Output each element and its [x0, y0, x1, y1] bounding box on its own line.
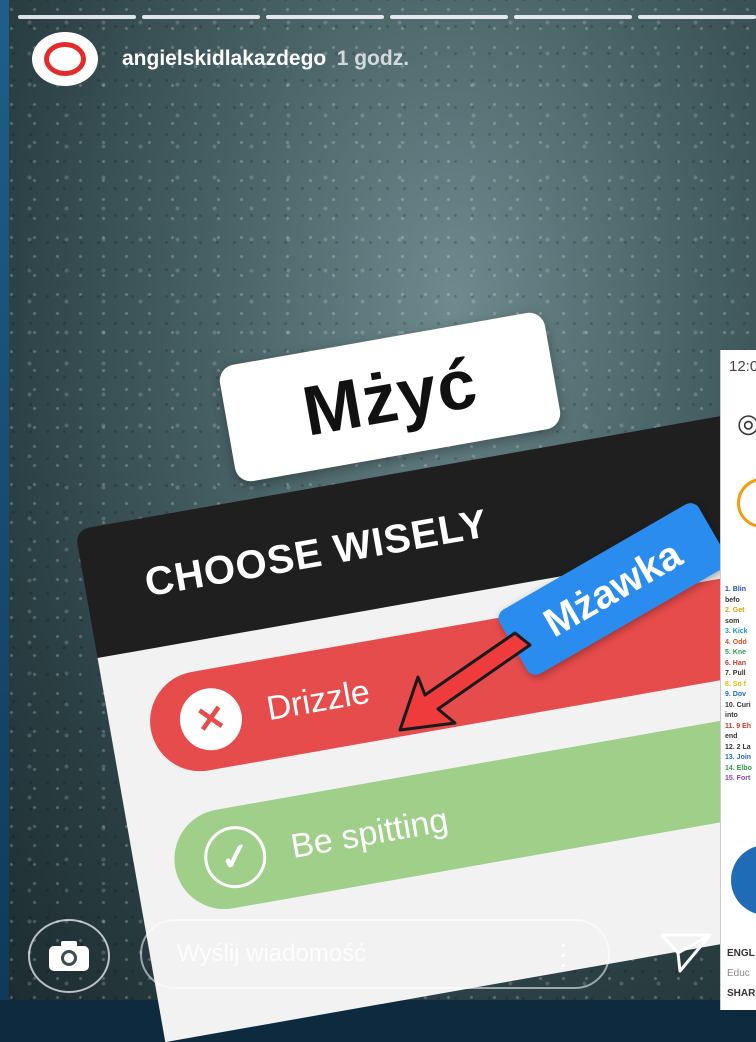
- more-options-icon[interactable]: · · ·: [559, 930, 568, 978]
- poll-question: CHOOSE WISELY: [141, 501, 491, 605]
- list-item: 13. Join: [725, 754, 752, 761]
- list-item: 10. Curi: [725, 701, 751, 709]
- list-item: into: [725, 712, 738, 719]
- check-icon: ✓: [199, 821, 272, 894]
- progress-segment: [514, 15, 632, 19]
- progress-segment: [142, 15, 260, 19]
- reply-bar: Wyślij wiadomość · · ·: [0, 915, 756, 1000]
- left-border: [0, 0, 9, 1000]
- avatar[interactable]: [32, 32, 98, 86]
- list-item: 9. Dov: [725, 691, 747, 698]
- list-item: 11. 9 Eh: [725, 722, 752, 730]
- list-item: 5. Kne: [725, 649, 747, 656]
- camera-icon: ◎: [737, 408, 756, 439]
- red-arrow-icon: [398, 631, 532, 732]
- list-item: 6. Han: [725, 659, 747, 667]
- progress-segment: [266, 15, 384, 19]
- story-progress: [18, 15, 756, 19]
- word-sticker-text: Mżyć: [296, 343, 484, 451]
- list-item: 14. Elbo: [725, 764, 752, 772]
- list-item: befo: [725, 596, 740, 604]
- poll-option-label: Drizzle: [263, 672, 373, 728]
- list-item: 2. Get: [725, 607, 745, 614]
- progress-segment: [390, 15, 508, 19]
- x-icon: ✕: [175, 683, 247, 756]
- message-placeholder: Wyślij wiadomość: [177, 940, 367, 967]
- speech-bubble-icon: [44, 42, 86, 76]
- overlay-time: 12:0: [729, 358, 756, 375]
- progress-segment: [18, 15, 136, 19]
- list-item: 8. So f: [725, 680, 747, 688]
- list-item: 1. Blin: [725, 586, 747, 593]
- overlay-logo: [731, 845, 756, 915]
- message-input[interactable]: Wyślij wiadomość · · ·: [140, 919, 610, 989]
- story-header: angielskidlakazdego 1 godz.: [32, 32, 409, 86]
- overlay-screenshot: 12:0 ◎ 1. Blin befo 2. Get som 3. Kick 4…: [720, 350, 756, 1010]
- post-time: 1 godz.: [336, 47, 410, 70]
- list-item: 15. Fort: [725, 775, 751, 782]
- list-item: som: [725, 617, 740, 625]
- list-item: 7. Pull: [725, 670, 746, 677]
- progress-segment: [638, 15, 756, 19]
- list-item: 4. Odd: [725, 638, 747, 646]
- overlay-list: 1. Blin befo 2. Get som 3. Kick 4. Odd 5…: [725, 585, 752, 785]
- camera-icon: [49, 941, 89, 971]
- camera-button[interactable]: [28, 919, 110, 993]
- username[interactable]: angielskidlakazdego: [122, 47, 326, 70]
- list-item: 3. Kick: [725, 628, 748, 635]
- story-ring: [737, 478, 756, 528]
- send-icon[interactable]: [658, 929, 714, 975]
- list-item: end: [725, 733, 738, 740]
- list-item: 12. 2 La: [725, 743, 751, 751]
- poll-option-label: Be spitting: [287, 800, 451, 866]
